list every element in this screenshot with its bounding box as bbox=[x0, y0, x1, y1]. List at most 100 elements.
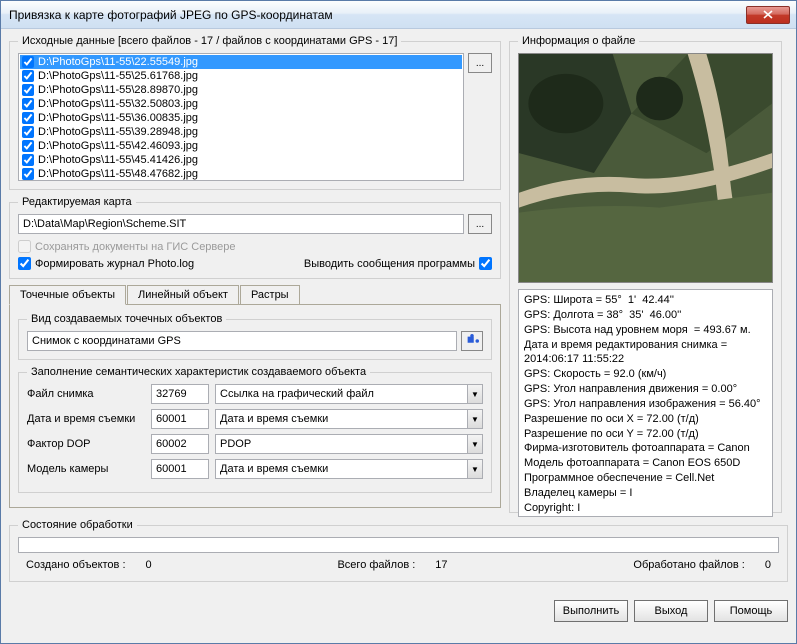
total-label: Всего файлов : bbox=[337, 559, 415, 571]
file-path: D:\PhotoGps\11-55\39.28948.jpg bbox=[38, 126, 198, 138]
status-legend: Состояние обработки bbox=[18, 519, 137, 531]
source-data-group: Исходные данные [всего файлов - 17 / фай… bbox=[9, 35, 501, 190]
file-checkbox[interactable] bbox=[22, 168, 34, 180]
main-window: Привязка к карте фотографий JPEG по GPS-… bbox=[0, 0, 797, 644]
file-checkbox[interactable] bbox=[22, 126, 34, 138]
browse-files-button[interactable]: ... bbox=[468, 53, 492, 73]
pick-object-button[interactable] bbox=[461, 331, 483, 351]
map-legend: Редактируемая карта bbox=[18, 196, 136, 208]
semantic-value-input[interactable] bbox=[215, 409, 467, 429]
file-list[interactable]: D:\PhotoGps\11-55\22.55549.jpg D:\PhotoGp… bbox=[18, 53, 464, 181]
puzzle-icon bbox=[465, 334, 479, 348]
tab-body: Вид создаваемых точечных объектов Заполн… bbox=[9, 305, 501, 508]
file-checkbox[interactable] bbox=[22, 112, 34, 124]
object-type-group: Вид создаваемых точечных объектов bbox=[18, 313, 492, 360]
semantic-code-input[interactable] bbox=[151, 384, 209, 404]
list-item[interactable]: D:\PhotoGps\11-55\32.50803.jpg bbox=[20, 97, 462, 111]
chevron-down-icon[interactable]: ▼ bbox=[467, 434, 483, 454]
help-button[interactable]: Помощь bbox=[714, 600, 788, 622]
semantic-value-input[interactable] bbox=[215, 384, 467, 404]
semantic-code-input[interactable] bbox=[151, 434, 209, 454]
map-path-input[interactable] bbox=[18, 214, 464, 234]
file-checkbox[interactable] bbox=[22, 84, 34, 96]
aerial-photo-icon bbox=[519, 54, 772, 282]
semantic-combo[interactable]: ▼ bbox=[215, 384, 483, 404]
semantic-label: Модель камеры bbox=[27, 463, 145, 475]
tabs: Точечные объекты Линейный объект Растры bbox=[9, 285, 501, 305]
file-path: D:\PhotoGps\11-55\45.41426.jpg bbox=[38, 154, 198, 166]
semantic-row: Дата и время съемки ▼ bbox=[27, 409, 483, 429]
tab-point-objects[interactable]: Точечные объекты bbox=[9, 285, 126, 305]
messages-label: Выводить сообщения программы bbox=[304, 258, 475, 270]
progress-bar bbox=[18, 537, 779, 553]
chevron-down-icon[interactable]: ▼ bbox=[467, 409, 483, 429]
done-label: Обработано файлов : bbox=[633, 559, 744, 571]
file-path: D:\PhotoGps\11-55\28.89870.jpg bbox=[38, 84, 198, 96]
object-type-input[interactable] bbox=[27, 331, 457, 351]
semantic-combo[interactable]: ▼ bbox=[215, 409, 483, 429]
file-checkbox[interactable] bbox=[22, 154, 34, 166]
chevron-down-icon[interactable]: ▼ bbox=[467, 384, 483, 404]
done-value: 0 bbox=[765, 559, 771, 571]
run-button[interactable]: Выполнить bbox=[554, 600, 628, 622]
chevron-down-icon[interactable]: ▼ bbox=[467, 459, 483, 479]
list-item[interactable]: D:\PhotoGps\11-55\22.55549.jpg bbox=[20, 55, 462, 69]
total-value: 17 bbox=[435, 559, 447, 571]
object-type-legend: Вид создаваемых точечных объектов bbox=[27, 313, 226, 325]
semantic-row: Модель камеры ▼ bbox=[27, 459, 483, 479]
semantic-label: Файл снимка bbox=[27, 388, 145, 400]
semantic-code-input[interactable] bbox=[151, 459, 209, 479]
file-path: D:\PhotoGps\11-55\25.61768.jpg bbox=[38, 70, 198, 82]
file-info-group: Информация о файле GPS bbox=[509, 35, 782, 513]
photolog-label: Формировать журнал Photo.log bbox=[35, 258, 194, 270]
semantic-row: Фактор DOP ▼ bbox=[27, 434, 483, 454]
list-item[interactable]: D:\PhotoGps\11-55\36.00835.jpg bbox=[20, 111, 462, 125]
list-item[interactable]: D:\PhotoGps\11-55\28.89870.jpg bbox=[20, 83, 462, 97]
list-item[interactable]: D:\PhotoGps\11-55\42.46093.jpg bbox=[20, 139, 462, 153]
messages-checkbox[interactable] bbox=[479, 257, 492, 270]
image-preview bbox=[518, 53, 773, 283]
close-button[interactable] bbox=[746, 6, 790, 24]
exit-button[interactable]: Выход bbox=[634, 600, 708, 622]
browse-map-button[interactable]: ... bbox=[468, 214, 492, 234]
semantic-value-input[interactable] bbox=[215, 434, 467, 454]
photolog-checkbox[interactable] bbox=[18, 257, 31, 270]
titlebar: Привязка к карте фотографий JPEG по GPS-… bbox=[1, 1, 796, 29]
file-checkbox[interactable] bbox=[22, 98, 34, 110]
semantic-combo[interactable]: ▼ bbox=[215, 434, 483, 454]
list-item[interactable]: D:\PhotoGps\11-55\39.28948.jpg bbox=[20, 125, 462, 139]
map-group: Редактируемая карта ... Сохранять докуме… bbox=[9, 196, 501, 279]
semantic-label: Фактор DOP bbox=[27, 438, 145, 450]
file-info-text: GPS: Широта = 55° 1' 42.44'' GPS: Долгот… bbox=[518, 289, 773, 517]
file-checkbox[interactable] bbox=[22, 56, 34, 68]
semantics-legend: Заполнение семантических характеристик с… bbox=[27, 366, 370, 378]
file-checkbox[interactable] bbox=[22, 140, 34, 152]
list-item[interactable]: D:\PhotoGps\11-55\48.47682.jpg bbox=[20, 167, 462, 181]
window-title: Привязка к карте фотографий JPEG по GPS-… bbox=[9, 8, 746, 22]
file-path: D:\PhotoGps\11-55\36.00835.jpg bbox=[38, 112, 198, 124]
file-path: D:\PhotoGps\11-55\48.47682.jpg bbox=[38, 168, 198, 180]
file-info-legend: Информация о файле bbox=[518, 35, 639, 47]
semantic-row: Файл снимка ▼ bbox=[27, 384, 483, 404]
file-path: D:\PhotoGps\11-55\42.46093.jpg bbox=[38, 140, 198, 152]
semantic-label: Дата и время съемки bbox=[27, 413, 145, 425]
created-label: Создано объектов : bbox=[26, 559, 126, 571]
semantics-group: Заполнение семантических характеристик с… bbox=[18, 366, 492, 493]
save-gis-checkbox bbox=[18, 240, 31, 253]
file-checkbox[interactable] bbox=[22, 70, 34, 82]
file-path: D:\PhotoGps\11-55\22.55549.jpg bbox=[38, 56, 198, 68]
save-gis-label: Сохранять документы на ГИС Сервере bbox=[35, 241, 236, 253]
semantic-code-input[interactable] bbox=[151, 409, 209, 429]
source-data-legend: Исходные данные [всего файлов - 17 / фай… bbox=[18, 35, 401, 47]
tab-linear-object[interactable]: Линейный объект bbox=[127, 285, 239, 304]
file-path: D:\PhotoGps\11-55\32.50803.jpg bbox=[38, 98, 198, 110]
status-group: Состояние обработки Создано объектов :0 … bbox=[9, 519, 788, 582]
close-icon bbox=[763, 10, 773, 19]
list-item[interactable]: D:\PhotoGps\11-55\25.61768.jpg bbox=[20, 69, 462, 83]
list-item[interactable]: D:\PhotoGps\11-55\45.41426.jpg bbox=[20, 153, 462, 167]
tab-rasters[interactable]: Растры bbox=[240, 285, 300, 304]
semantic-combo[interactable]: ▼ bbox=[215, 459, 483, 479]
save-gis-checkbox-row: Сохранять документы на ГИС Сервере bbox=[18, 240, 492, 253]
semantic-value-input[interactable] bbox=[215, 459, 467, 479]
created-value: 0 bbox=[146, 559, 152, 571]
